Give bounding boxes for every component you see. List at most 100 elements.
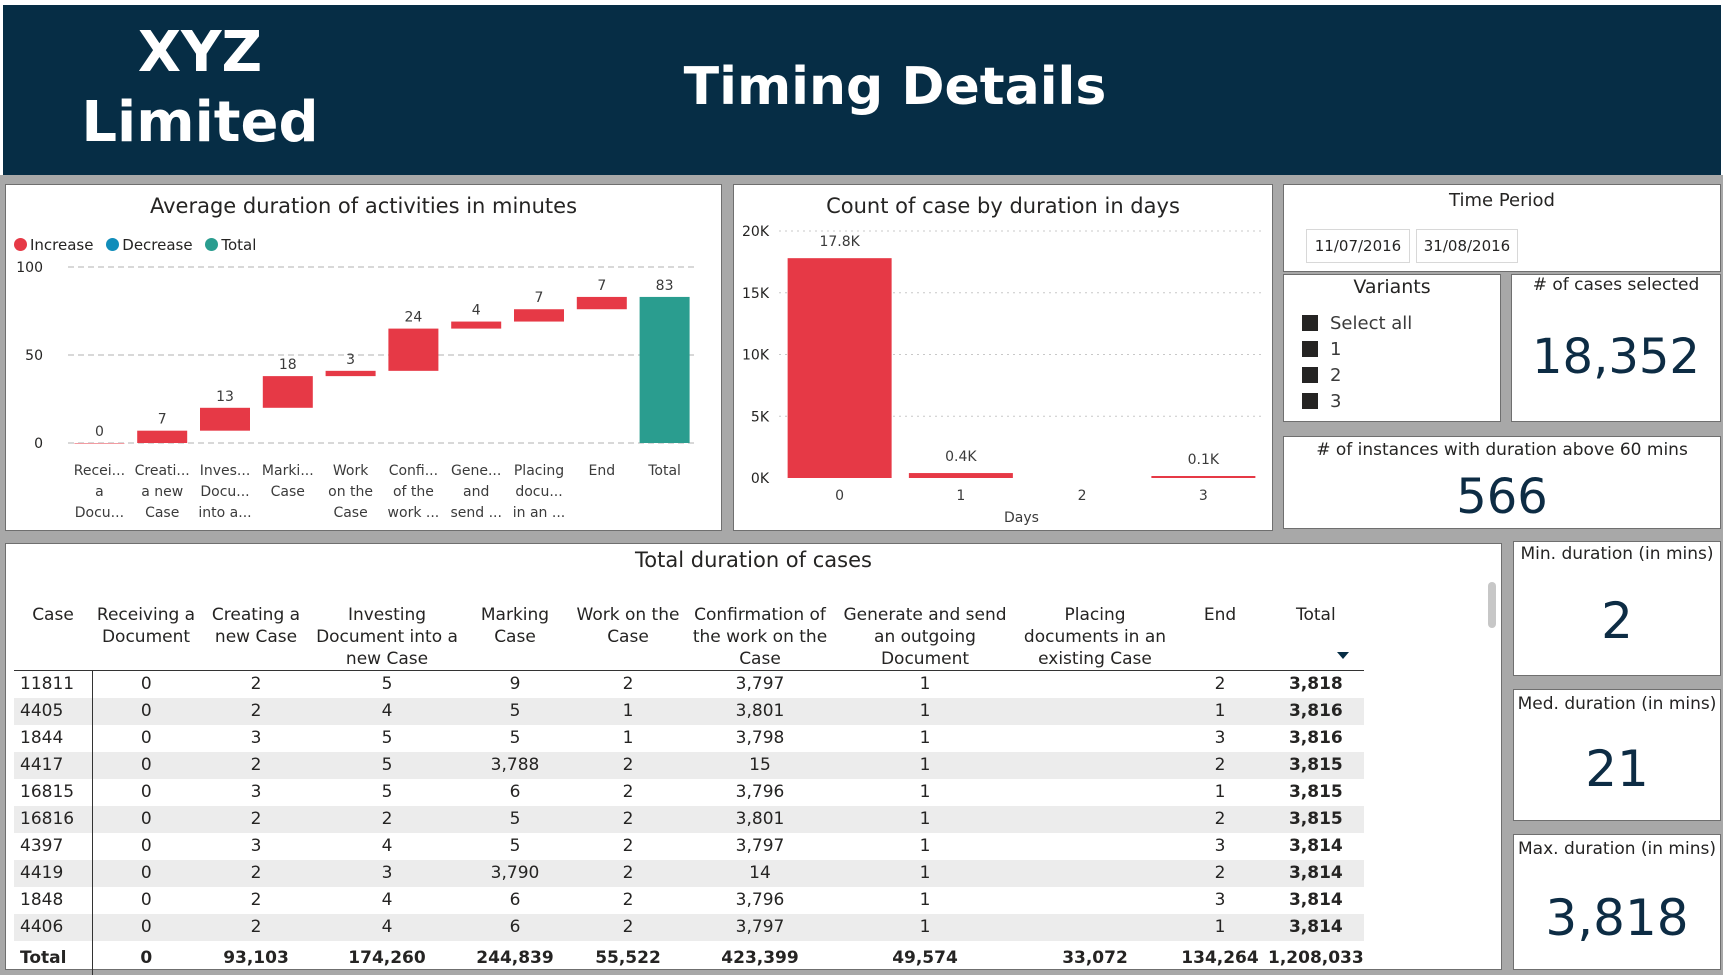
waterfall-bar[interactable]: [639, 296, 690, 443]
table-cell: 1: [1214, 782, 1226, 802]
company-brand: XYZ Limited: [0, 18, 400, 158]
case-id-cell: 4417: [14, 752, 93, 779]
table-cell: 1: [832, 914, 1018, 941]
table-cell: [1018, 671, 1172, 699]
x-tick-label: 2: [1078, 488, 1087, 504]
column-header[interactable]: Confirmation of the work on the Case: [688, 590, 832, 671]
table-row[interactable]: 4397 0 3 4 5 2 3,797 1 3 3,814: [14, 833, 1364, 860]
table-cell: 3: [1214, 890, 1226, 910]
table-row[interactable]: 4419 0 2 3 3,790 2 14 1 2 3,814: [14, 860, 1364, 887]
table-cell: 0: [92, 806, 200, 833]
variant-item-select-all[interactable]: Select all: [1302, 311, 1412, 337]
table-cell: 0: [92, 752, 200, 779]
x-category-label: End: [588, 463, 615, 479]
table-scrollbar[interactable]: [1488, 582, 1496, 628]
waterfall-bar[interactable]: [262, 376, 313, 408]
table-cell: 6: [509, 890, 521, 910]
histogram-chart-panel[interactable]: Count of case by duration in days 20K 15K…: [733, 184, 1273, 531]
table-cell: 1: [1172, 698, 1268, 725]
table-cell: 5: [381, 674, 393, 694]
cases-selected-card: # of cases selected 18,352: [1511, 274, 1721, 422]
column-header[interactable]: Creating a new Case: [200, 590, 312, 671]
table-row[interactable]: 1844 0 3 5 5 1 3,798 1 3 3,816: [14, 725, 1364, 752]
table-cell: 0: [140, 782, 152, 802]
table-cell: 6: [462, 914, 568, 941]
case-id-cell: 1848: [14, 887, 93, 914]
cases-table[interactable]: Case Receiving a Document Creating a new C…: [14, 590, 1364, 975]
column-header[interactable]: End: [1172, 590, 1268, 671]
table-cell: 1: [622, 728, 634, 748]
column-header[interactable]: Investing Document into a new Case: [312, 590, 462, 671]
table-row[interactable]: 16816 0 2 2 5 2 3,801 1 2 3,815: [14, 806, 1364, 833]
waterfall-bar[interactable]: [576, 296, 627, 310]
waterfall-bar[interactable]: [200, 407, 250, 431]
variants-slicer[interactable]: Variants Select all 1 2 3: [1283, 274, 1501, 422]
x-category-label: docu...: [515, 484, 562, 500]
table-row[interactable]: 16815 0 3 5 6 2 3,796 1 1 3,815: [14, 779, 1364, 806]
column-header[interactable]: Work on the Case: [568, 590, 688, 671]
waterfall-bar[interactable]: [514, 309, 564, 322]
waterfall-plot[interactable]: 100 50 0 0 Recei... a Docu... 7 Creati... a new Ca…: [6, 185, 721, 530]
variants-list: Select all 1 2 3: [1302, 311, 1412, 415]
column-header[interactable]: Generate and send an outgoing Document: [832, 590, 1018, 671]
waterfall-bar[interactable]: [325, 370, 376, 377]
table-row[interactable]: 4406 0 2 4 6 2 3,797 1 1 3,814: [14, 914, 1364, 941]
table-cell: 3,815: [1268, 806, 1364, 833]
variant-item-2[interactable]: 2: [1302, 363, 1412, 389]
sort-descending-icon[interactable]: [1337, 652, 1349, 659]
x-category-label: Inves...: [200, 463, 251, 479]
cases-table-panel[interactable]: Total duration of cases Case Receiving a …: [5, 543, 1502, 975]
histogram-bar[interactable]: [1151, 476, 1256, 478]
column-header[interactable]: Marking Case: [462, 590, 568, 671]
table-cell: 2: [250, 890, 262, 910]
variant-item-3[interactable]: 3: [1302, 389, 1412, 415]
table-row[interactable]: 4417 0 2 5 3,788 2 15 1 2 3,815: [14, 752, 1364, 779]
table-row[interactable]: 1848 0 2 4 6 2 3,796 1 3 3,814: [14, 887, 1364, 914]
table-row[interactable]: 11811 0 2 5 9 2 3,797 1 2 3,818: [14, 670, 1364, 699]
column-header[interactable]: Placing documents in an existing Case: [1018, 590, 1172, 671]
y-tick-label: 100: [16, 260, 43, 276]
end-date-input[interactable]: 31/08/2016: [1416, 229, 1518, 263]
table-cell: 1: [919, 674, 931, 694]
checkbox-icon[interactable]: [1302, 393, 1318, 409]
table-cell: 1: [832, 698, 1018, 725]
histogram-bar[interactable]: [908, 473, 1013, 478]
table-cell: 2: [568, 752, 688, 779]
page-title: Timing Details: [683, 57, 1107, 117]
bar-value-label: 3: [346, 352, 355, 368]
table-cell: 3,816: [1288, 728, 1343, 748]
variant-label: 2: [1330, 365, 1342, 386]
table-cell: [1018, 752, 1172, 779]
table-cell: 3,818: [1288, 674, 1343, 694]
checkbox-icon[interactable]: [1302, 367, 1318, 383]
column-header[interactable]: Case: [14, 590, 92, 671]
case-id-cell: 1844: [14, 725, 93, 752]
case-id-cell: 4397: [14, 833, 93, 860]
column-header[interactable]: Total: [1268, 590, 1364, 671]
table-cell: 2: [568, 914, 688, 941]
waterfall-bar[interactable]: [137, 430, 188, 443]
case-id-cell: 4419: [14, 860, 93, 887]
table-row[interactable]: 4405 0 2 4 5 1 3,801 1 1 3,816: [14, 698, 1364, 725]
start-date-input[interactable]: 11/07/2016: [1306, 229, 1410, 263]
checkbox-icon[interactable]: [1302, 341, 1318, 357]
bar-value-label: 0: [95, 424, 104, 440]
column-header[interactable]: Receiving a Document: [92, 590, 200, 671]
waterfall-chart-panel[interactable]: Average duration of activities in minute…: [5, 184, 722, 531]
table-cell: [1018, 914, 1172, 941]
histogram-plot[interactable]: 20K 15K 10K 5K 0K 17.8K 0 0.4K 1 2 0.1K 3 Days: [734, 185, 1272, 530]
waterfall-bar[interactable]: [451, 321, 502, 329]
case-id-cell: 16816: [14, 806, 93, 833]
variant-item-1[interactable]: 1: [1302, 337, 1412, 363]
table-cell: 2: [568, 806, 688, 833]
waterfall-bar[interactable]: [74, 443, 125, 444]
time-period-slicer[interactable]: Time Period 11/07/2016 31/08/2016: [1283, 184, 1721, 272]
y-tick-label: 50: [25, 348, 43, 364]
waterfall-bar[interactable]: [388, 328, 439, 371]
y-tick-label: 10K: [742, 348, 770, 364]
histogram-bar[interactable]: [787, 258, 892, 478]
min-duration-value: 2: [1601, 592, 1633, 650]
table-cell: 3,815: [1268, 752, 1364, 779]
checkbox-icon[interactable]: [1302, 315, 1318, 331]
table-cell: 1: [568, 698, 688, 725]
